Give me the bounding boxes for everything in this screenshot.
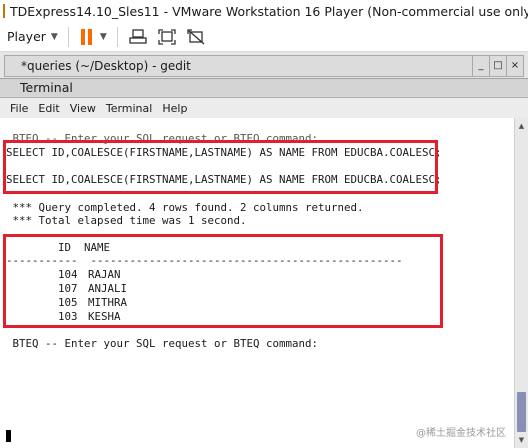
terminal-cursor xyxy=(6,430,11,442)
fit-guest-icon[interactable] xyxy=(158,28,176,46)
scrollbar-thumb[interactable] xyxy=(517,392,526,432)
terminal-scrollbar[interactable]: ▲ ▼ xyxy=(514,118,528,448)
send-ctrl-alt-del-icon[interactable] xyxy=(129,28,147,46)
vmware-logo-icon xyxy=(3,4,13,18)
pause-icon xyxy=(80,28,85,45)
vmware-toolbar: Player ▼ ▼ xyxy=(0,22,528,52)
vmware-window-title: TDExpress14.10_Sles11 - VMware Workstati… xyxy=(10,3,528,19)
chevron-down-icon: ▼ xyxy=(99,31,107,42)
terminal-menubar: File Edit View Terminal Help xyxy=(0,98,528,118)
status-line: *** Query completed. 4 rows found. 2 col… xyxy=(6,201,364,214)
unity-icon[interactable] xyxy=(187,28,205,46)
query-highlight-box xyxy=(3,140,438,194)
menu-edit[interactable]: Edit xyxy=(38,102,59,115)
toolbar-divider xyxy=(67,26,69,47)
minimize-button[interactable]: _ xyxy=(472,56,489,76)
player-menu-label: Player xyxy=(7,29,46,44)
watermark: @稀土掘金技术社区 xyxy=(416,428,506,439)
result-highlight-box xyxy=(3,234,443,328)
close-button[interactable]: × xyxy=(506,56,523,76)
gedit-title: *queries (~/Desktop) - gedit xyxy=(21,59,191,73)
maximize-button[interactable]: □ xyxy=(489,56,506,76)
terminal-title: Terminal xyxy=(20,80,73,95)
menu-help[interactable]: Help xyxy=(162,102,187,115)
gedit-window: *queries (~/Desktop) - gedit _ □ × xyxy=(0,52,528,78)
gedit-window-controls: _ □ × xyxy=(472,56,523,76)
scroll-up-icon[interactable]: ▲ xyxy=(515,120,528,132)
toolbar-divider xyxy=(116,26,118,47)
menu-terminal[interactable]: Terminal xyxy=(106,102,153,115)
pause-button[interactable]: ▼ xyxy=(80,28,107,45)
chevron-down-icon: ▼ xyxy=(50,31,58,42)
vmware-title-bar: TDExpress14.10_Sles11 - VMware Workstati… xyxy=(0,0,528,22)
menu-view[interactable]: View xyxy=(70,102,96,115)
status-line: *** Total elapsed time was 1 second. xyxy=(6,214,247,227)
terminal-title-bar[interactable]: Terminal xyxy=(0,78,528,98)
menu-file[interactable]: File xyxy=(10,102,28,115)
scroll-down-icon[interactable]: ▼ xyxy=(515,434,528,446)
player-menu[interactable]: Player ▼ xyxy=(7,29,58,44)
gedit-title-bar[interactable]: *queries (~/Desktop) - gedit _ □ × xyxy=(4,55,524,77)
terminal-prompt-line: BTEQ -- Enter your SQL request or BTEQ c… xyxy=(6,337,319,350)
